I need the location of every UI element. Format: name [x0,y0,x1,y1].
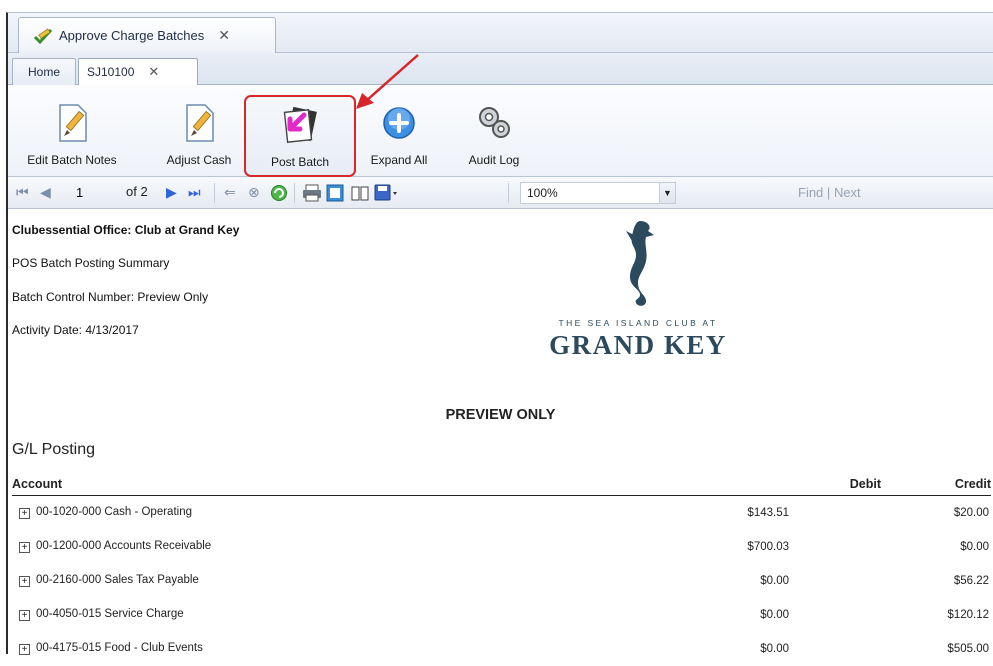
report-title: POS Batch Posting Summary [12,256,170,270]
account-name: 00-1020-000 Cash - Operating [36,506,192,519]
previous-page-icon[interactable]: ◀ [40,184,51,201]
club-logo: THE SEA ISLAND CLUB AT GRAND KEY [508,217,768,367]
expand-all-label: Expand All [370,153,428,167]
zoom-select[interactable]: 100% ▼ [520,182,676,204]
report-viewer-toolbar: ⏮ ◀ of 2 ▶ ⏭ ⇐ ⊗ 100% ▼ Find [8,177,993,209]
batch-control-number: Batch Control Number: Preview Only [12,290,209,304]
print-icon[interactable] [302,184,322,202]
table-row: +00-2160-000 Sales Tax Payable $0.00 $56… [12,564,991,598]
section-title: G/L Posting [12,441,96,458]
table-header-row: Account Debit Credit [12,473,991,496]
credit-cell: $56.22 [953,574,989,587]
annotation-arrow-icon [356,54,419,109]
chevron-down-icon: ▼ [659,183,675,203]
edit-notes-icon [50,101,94,145]
account-name: 00-4050-015 Service Charge [36,608,184,620]
adjust-cash-icon [177,101,221,145]
preview-only-label: PREVIEW ONLY [445,407,556,423]
column-header-debit: Debit [746,473,881,496]
table-row: +00-1200-000 Accounts Receivable $700.03… [12,530,991,564]
credit-cell: $505.00 [947,642,989,655]
page-total: of 2 [126,184,148,199]
debit-cell: $0.00 [760,608,789,621]
first-page-icon[interactable]: ⏮ [16,184,29,201]
credit-cell: $0.00 [960,540,989,553]
expand-row-icon[interactable]: + [19,576,30,587]
account-cell: +00-1020-000 Cash - Operating [12,496,746,530]
next-page-icon[interactable]: ▶ [166,184,177,201]
logo-brand: GRAND KEY [549,330,727,360]
account-name: 00-4175-015 Food - Club Events [36,642,203,654]
table-row: +00-1020-000 Cash - Operating $143.51 $2… [12,496,991,530]
credit-cell: $120.12 [947,608,989,621]
audit-log-label: Audit Log [468,153,520,167]
find-link[interactable]: Find [798,185,823,200]
application-window: Approve Charge Batches ✕ Home SJ10100 ✕ … [6,12,993,655]
debit-cell: $0.00 [760,574,789,587]
last-page-icon[interactable]: ⏭ [188,184,201,201]
page-number-input[interactable] [74,182,122,203]
close-tab-icon[interactable]: ✕ [218,27,230,44]
table-row: +00-4050-015 Service Charge $0.00 $120.1… [12,598,991,632]
sub-tab-bar: Home SJ10100 ✕ [8,53,993,85]
debit-cell: $700.03 [747,540,789,553]
tab-sj10100-label: SJ10100 [87,65,135,79]
adjust-cash-label: Adjust Cash [166,153,232,167]
ribbon-toolbar: Edit Batch Notes Adjust Cash Post Batch … [8,85,993,177]
export-icon[interactable] [374,184,400,202]
column-header-credit: Credit [881,473,991,496]
credit-cell: $20.00 [953,506,989,519]
tab-approve-charge-batches[interactable]: Approve Charge Batches ✕ [18,17,276,53]
gears-icon [472,101,516,145]
pencil-check-icon [33,26,53,46]
tab-home-label: Home [27,65,60,79]
account-cell: +00-4050-015 Service Charge [12,598,746,632]
expand-row-icon[interactable]: + [19,644,30,655]
refresh-icon[interactable] [270,184,288,202]
close-tab-icon[interactable]: ✕ [148,64,159,80]
debit-cell: $0.00 [760,642,789,655]
tab-home[interactable]: Home [12,58,76,85]
club-name: Clubessential Office: Club at Grand Key [12,223,240,237]
post-batch-label: Post Batch [270,155,330,169]
document-tab-bar: Approve Charge Batches ✕ [8,13,993,53]
logo-tagline: THE SEA ISLAND CLUB AT [558,318,718,328]
tab-title: Approve Charge Batches [59,28,205,43]
toolbar-divider [214,183,215,203]
edit-batch-notes-label: Edit Batch Notes [27,153,117,167]
expand-row-icon[interactable]: + [19,542,30,553]
edit-batch-notes-button[interactable]: Edit Batch Notes [16,89,128,173]
post-batch-icon [278,103,322,147]
expand-row-icon[interactable]: + [19,610,30,621]
zoom-value: 100% [527,186,558,200]
account-cell: +00-1200-000 Accounts Receivable [12,530,746,564]
gl-posting-table: Account Debit Credit +00-1020-000 Cash -… [12,473,991,666]
post-batch-button[interactable]: Post Batch [244,95,356,177]
toolbar-divider [508,183,509,203]
next-link[interactable]: Next [834,185,861,200]
page-setup-icon[interactable] [350,184,370,202]
account-name: 00-2160-000 Sales Tax Payable [36,574,199,586]
find-next-controls: Find | Next [798,185,861,200]
audit-log-button[interactable]: Audit Log [456,89,532,173]
activity-date: Activity Date: 4/13/2017 [12,323,139,337]
back-icon[interactable]: ⇐ [224,184,236,201]
find-input[interactable] [692,182,792,204]
toolbar-divider [294,183,295,203]
debit-cell: $143.51 [747,506,789,519]
seahorse-icon [626,221,654,306]
account-name: 00-1200-000 Accounts Receivable [36,540,212,552]
adjust-cash-button[interactable]: Adjust Cash [154,89,244,173]
expand-row-icon[interactable]: + [19,508,30,520]
table-row: +00-4175-015 Food - Club Events $0.00 $5… [12,632,991,666]
account-cell: +00-2160-000 Sales Tax Payable [12,564,746,598]
tab-sj10100[interactable]: SJ10100 ✕ [78,58,198,85]
account-cell: +00-4175-015 Food - Club Events [12,632,746,666]
column-header-account: Account [12,473,747,496]
print-layout-icon[interactable] [326,184,344,202]
report-content: Clubessential Office: Club at Grand Key … [8,209,993,655]
find-separator: | [826,185,831,200]
stop-icon[interactable]: ⊗ [248,184,260,201]
